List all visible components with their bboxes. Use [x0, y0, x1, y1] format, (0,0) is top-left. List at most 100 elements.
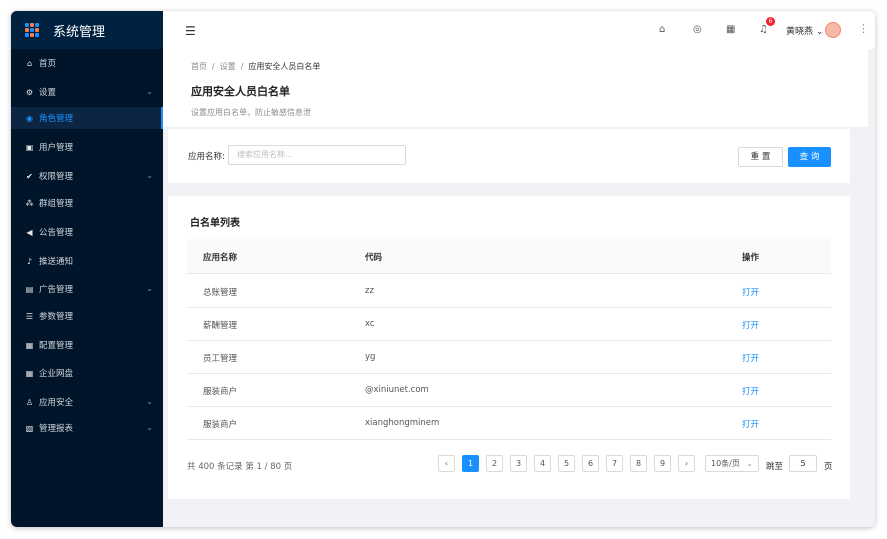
sidebar-item[interactable]: ◀ 公告管理: [11, 221, 163, 243]
sidebar-item-label: 参数管理: [39, 312, 74, 322]
sidebar-item[interactable]: ▣ 用户管理: [11, 136, 163, 158]
megaphone-icon: ◀: [26, 227, 33, 237]
sidebar-item-label: 角色管理: [39, 114, 74, 124]
sidebar-item-label: 用户管理: [39, 143, 74, 153]
sidebar-item-label: 首页: [39, 59, 57, 69]
bell-icon[interactable]: ♫: [759, 24, 768, 35]
pagination-page[interactable]: 5: [558, 455, 575, 472]
sidebar-item-label: 权限管理: [39, 172, 74, 182]
chevron-down-icon: ⌄: [746, 459, 753, 468]
sidebar-item-label: 管理报表: [39, 424, 74, 434]
sidebar-item[interactable]: ◉ 角色管理: [11, 107, 163, 129]
notification-badge: 6: [766, 17, 775, 26]
table-row: 服装商户 xianghongminem 打开: [187, 406, 831, 440]
sidebar-item[interactable]: ⌂ 首页: [11, 52, 163, 74]
jump-unit: 页: [824, 462, 833, 472]
cell-code: xianghongminem: [365, 418, 440, 428]
app-name-search-input[interactable]: 搜索应用名称...: [228, 145, 406, 165]
page-size-value: 10条/页: [711, 459, 740, 468]
config-icon: ▦: [25, 340, 34, 350]
open-link[interactable]: 打开: [742, 385, 759, 397]
pagination-page[interactable]: 1: [462, 455, 479, 472]
user-menu[interactable]: 黄晓燕 ⌄: [786, 24, 823, 37]
cell-code: zz: [365, 286, 374, 296]
table-row: 薪酬管理 xc 打开: [187, 307, 831, 341]
chevron-down-icon: ⌄: [146, 171, 153, 180]
sidebar-item[interactable]: ♪ 推送通知: [11, 250, 163, 272]
bell-icon: ♪: [26, 256, 33, 266]
pagination-page[interactable]: 8: [630, 455, 647, 472]
chevron-down-icon: ⌄: [815, 27, 824, 37]
sidebar: 系统管理 ⌂ 首页 ⚙ 设置 ⌄ ◉ 角色管理 ▣ 用户管理 ✔ 权限管理 ⌄ ⁂ 群组管理 ◀ 公告管理 ♪ 推…: [11, 11, 163, 527]
sidebar-item[interactable]: ▧ 管理报表 ⌄: [11, 417, 163, 439]
sidebar-item[interactable]: ✔ 权限管理 ⌄: [11, 165, 163, 187]
thumb-icon: ♙: [25, 397, 34, 407]
pagination-page[interactable]: 3: [510, 455, 527, 472]
open-link[interactable]: 打开: [742, 352, 759, 364]
pagination-summary: 共 400 条记录 第 1 / 80 页: [187, 462, 293, 472]
jump-label: 跳至: [766, 462, 784, 472]
chevron-down-icon: ⌄: [146, 87, 153, 96]
support-icon[interactable]: ◎: [693, 24, 702, 35]
breadcrumb-home[interactable]: 首页: [191, 62, 207, 71]
column-header-code: 代码: [365, 253, 383, 263]
page-description: 设置应用白名单，防止敏感信息泄: [191, 108, 311, 117]
sidebar-item-label: 群组管理: [39, 199, 74, 209]
app-grid-icon: [25, 23, 39, 37]
sidebar-item[interactable]: ☰ 参数管理: [11, 305, 163, 327]
table-header: 应用名称 代码 操作: [187, 239, 831, 274]
grid-icon: ▦: [25, 368, 34, 378]
home-icon[interactable]: ⌂: [659, 24, 665, 35]
pagination-page[interactable]: 6: [582, 455, 599, 472]
page-title: 应用安全人员白名单: [191, 85, 290, 98]
apps-icon[interactable]: ▦: [726, 24, 735, 35]
pagination-next[interactable]: ›: [678, 455, 695, 472]
sidebar-item[interactable]: ⚙ 设置 ⌄: [11, 81, 163, 103]
table-row: 员工管理 yg 打开: [187, 340, 831, 374]
sidebar-item-label: 配置管理: [39, 341, 74, 351]
reset-button[interactable]: 重 置: [738, 147, 783, 167]
open-link[interactable]: 打开: [742, 418, 759, 430]
sidebar-item[interactable]: ⁂ 群组管理: [11, 192, 163, 214]
whitelist-table-card: 白名单列表 应用名称 代码 操作 总账管理 zz 打开 薪酬管理 xc 打开 员工管理 yg 打…: [168, 196, 850, 499]
page-header: 首页 / 设置 / 应用安全人员白名单 应用安全人员白名单 设置应用白名单，防止敏感信息…: [163, 49, 868, 127]
cell-code: xc: [365, 319, 375, 329]
avatar[interactable]: [825, 22, 841, 38]
pagination-page[interactable]: 7: [606, 455, 623, 472]
pagination-page[interactable]: 9: [654, 455, 671, 472]
top-header: ☰ ⌂ ◎ ▦ ♫ 6 黄晓燕 ⌄ ⋮: [163, 11, 875, 50]
sidebar-item-label: 设置: [39, 88, 57, 98]
sidebar-item[interactable]: ♙ 应用安全 ⌄: [11, 391, 163, 413]
more-vertical-icon[interactable]: ⋮: [858, 22, 869, 35]
shield-check-icon: ✔: [26, 171, 33, 181]
sidebar-item[interactable]: ▦ 配置管理: [11, 334, 163, 356]
home-icon: ⌂: [26, 58, 33, 68]
sidebar-item-label: 广告管理: [39, 285, 74, 295]
open-link[interactable]: 打开: [742, 286, 759, 298]
username: 黄晓燕: [786, 27, 814, 37]
user-circle-icon: ◉: [26, 113, 33, 123]
table-row: 服装商户 @xiniunet.com 打开: [187, 373, 831, 407]
cell-code: @xiniunet.com: [365, 385, 429, 395]
breadcrumb-settings[interactable]: 设置: [220, 62, 236, 71]
sidebar-item[interactable]: ▤ 广告管理 ⌄: [11, 278, 163, 300]
jump-page-input[interactable]: 5: [789, 455, 817, 472]
cell-app-name: 员工管理: [203, 354, 238, 364]
pagination-page[interactable]: 4: [534, 455, 551, 472]
open-link[interactable]: 打开: [742, 319, 759, 331]
cell-app-name: 薪酬管理: [203, 321, 238, 331]
search-label: 应用名称:: [188, 152, 225, 162]
cell-app-name: 总账管理: [203, 288, 238, 298]
sidebar-item-label: 应用安全: [39, 398, 74, 408]
pagination-prev[interactable]: ‹: [438, 455, 455, 472]
table-title: 白名单列表: [190, 218, 240, 229]
breadcrumb-current: 应用安全人员白名单: [248, 62, 321, 71]
gear-icon: ⚙: [25, 87, 34, 97]
query-button[interactable]: 查 询: [788, 147, 831, 167]
cell-app-name: 服装商户: [203, 420, 238, 430]
sidebar-logo[interactable]: 系统管理: [11, 11, 163, 49]
menu-toggle-icon[interactable]: ☰: [185, 24, 196, 38]
pagination-page[interactable]: 2: [486, 455, 503, 472]
sidebar-item[interactable]: ▦ 企业网盘: [11, 362, 163, 384]
page-size-select[interactable]: 10条/页 ⌄: [705, 455, 759, 472]
